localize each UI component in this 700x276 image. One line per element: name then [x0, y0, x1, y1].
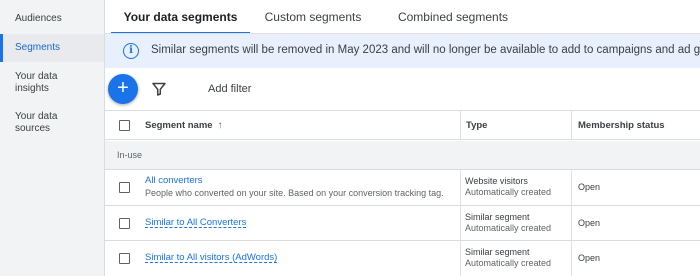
table-row: Similar to All visitors (AdWords) Simila… — [105, 241, 700, 276]
add-filter-button[interactable]: Add filter — [208, 83, 251, 95]
select-all-checkbox[interactable] — [119, 120, 130, 131]
sidebar-item-your-data-insights[interactable]: Your data insights — [0, 71, 70, 95]
info-icon: i — [123, 43, 139, 59]
tab-bar: Your data segments Custom segments Combi… — [105, 0, 700, 35]
membership-status: Open — [578, 182, 601, 192]
add-segment-button[interactable]: + — [108, 74, 138, 104]
row-checkbox[interactable] — [119, 253, 130, 264]
sidebar-nav: Audiences Segments Your data insights Yo… — [0, 0, 105, 276]
filter-icon[interactable] — [151, 81, 167, 97]
table-row: All converters People who converted on y… — [105, 170, 700, 206]
column-divider — [460, 206, 461, 240]
sidebar-item-audiences[interactable]: Audiences — [0, 13, 104, 25]
column-divider — [460, 170, 461, 205]
segment-description: People who converted on your site. Based… — [145, 188, 444, 198]
column-label: Segment name — [145, 120, 213, 131]
column-divider — [460, 241, 461, 276]
tab-your-data-segments[interactable]: Your data segments — [111, 0, 250, 35]
tab-custom-segments[interactable]: Custom segments — [257, 0, 369, 34]
banner-message: Similar segments will be removed in May … — [151, 44, 700, 56]
column-header-type[interactable]: Type — [466, 120, 487, 131]
segment-type: Similar segment — [465, 247, 530, 257]
sidebar-item-your-data-sources[interactable]: Your data sources — [0, 111, 70, 135]
group-row-in-use: In-use — [105, 141, 700, 170]
group-label: In-use — [117, 150, 143, 160]
column-divider — [460, 111, 461, 139]
segment-name-link[interactable]: All converters — [145, 175, 203, 186]
segment-type-source: Automatically created — [465, 258, 552, 268]
column-header-membership-status[interactable]: Membership status — [578, 120, 665, 131]
table-header: Segment name ↑ Type Membership status — [105, 110, 700, 140]
segment-type: Website visitors — [465, 176, 528, 186]
segment-name-link[interactable]: Similar to All Converters — [145, 217, 246, 228]
column-header-segment-name[interactable]: Segment name ↑ — [145, 120, 223, 131]
column-divider — [571, 111, 572, 139]
info-banner: i Similar segments will be removed in Ma… — [105, 34, 700, 68]
tab-label: Your data segments — [123, 10, 238, 24]
column-divider — [571, 241, 572, 276]
row-checkbox[interactable] — [119, 218, 130, 229]
segments-table: Segment name ↑ Type Membership status In-… — [105, 110, 700, 276]
segment-type: Similar segment — [465, 212, 530, 222]
column-divider — [571, 170, 572, 205]
segment-type-source: Automatically created — [465, 187, 552, 197]
sort-ascending-icon: ↑ — [217, 120, 223, 131]
membership-status: Open — [578, 253, 601, 263]
sidebar-item-segments[interactable]: Segments — [0, 34, 104, 62]
segment-name-link[interactable]: Similar to All visitors (AdWords) — [145, 252, 277, 263]
table-toolbar: + Add filter — [105, 68, 700, 110]
segment-type-source: Automatically created — [465, 223, 552, 233]
tab-combined-segments[interactable]: Combined segments — [387, 0, 519, 34]
membership-status: Open — [578, 218, 601, 228]
table-row: Similar to All Converters Similar segmen… — [105, 206, 700, 241]
column-divider — [571, 206, 572, 240]
row-checkbox[interactable] — [119, 182, 130, 193]
